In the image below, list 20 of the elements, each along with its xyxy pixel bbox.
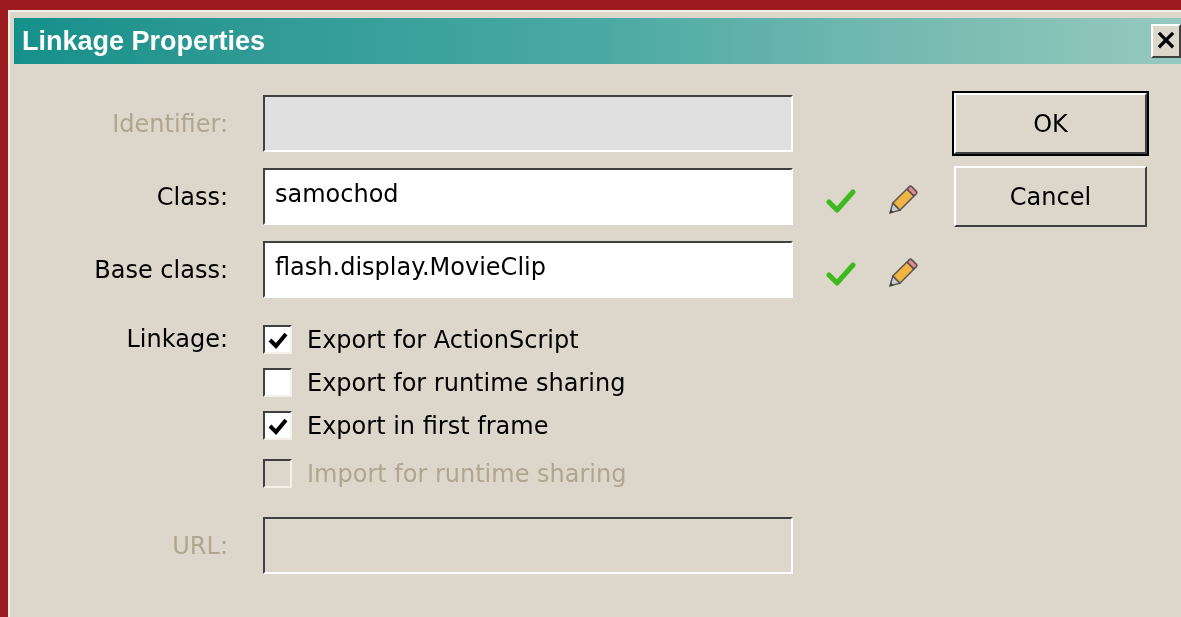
checkmark-icon bbox=[826, 260, 856, 287]
field-label: URL: bbox=[171, 530, 228, 562]
field-label: Base class: bbox=[93, 254, 228, 286]
field-label: Identifier: bbox=[111, 108, 228, 140]
text-field[interactable]: samochod bbox=[263, 168, 793, 225]
checkbox[interactable] bbox=[263, 368, 292, 397]
dialog-button[interactable]: Cancel bbox=[954, 166, 1147, 227]
checkbox-label: Import for runtime sharing bbox=[307, 458, 627, 490]
window-title: Linkage Properties bbox=[22, 24, 266, 58]
close-button[interactable]: × bbox=[1151, 24, 1181, 58]
checkbox[interactable] bbox=[263, 411, 292, 440]
checkbox-label: Export for ActionScript bbox=[307, 324, 579, 356]
checkbox-label: Export in first frame bbox=[307, 410, 549, 442]
checkbox-label: Export for runtime sharing bbox=[307, 367, 626, 399]
field-label: Class: bbox=[155, 181, 228, 213]
checkmark-icon bbox=[826, 187, 856, 214]
checkbox[interactable] bbox=[263, 325, 292, 354]
dialog-button[interactable]: OK bbox=[954, 93, 1147, 154]
text-field[interactable]: flash.display.MovieClip bbox=[263, 241, 793, 298]
linkage-label: Linkage: bbox=[125, 324, 228, 355]
